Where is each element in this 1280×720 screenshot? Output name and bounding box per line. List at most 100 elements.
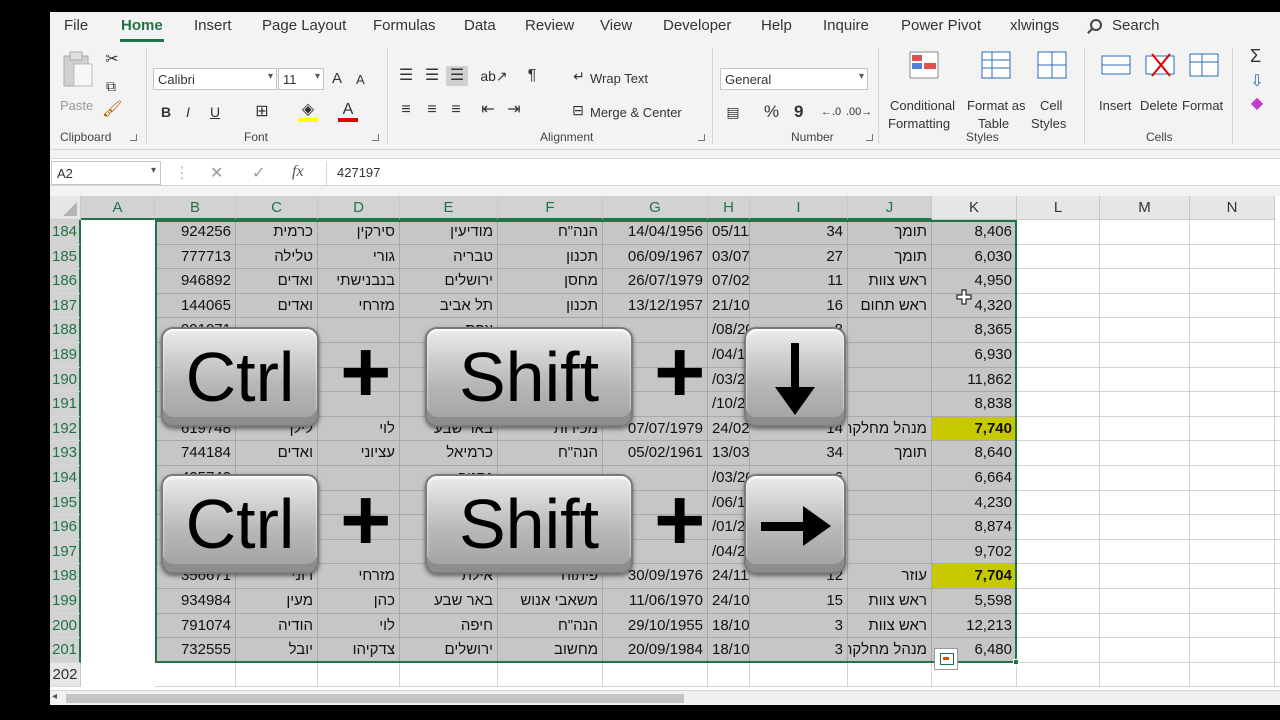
conditional-formatting-icon[interactable] <box>908 50 940 80</box>
cell[interactable] <box>603 662 708 688</box>
cell[interactable]: 924256 <box>155 220 236 245</box>
cell[interactable] <box>1275 318 1280 343</box>
cell[interactable] <box>1100 466 1190 491</box>
cell[interactable] <box>1190 638 1275 663</box>
merge-icon[interactable]: ⊟ <box>568 100 588 120</box>
decrease-decimal-icon[interactable]: .00→ <box>846 102 872 122</box>
cell[interactable] <box>708 662 750 688</box>
cell[interactable] <box>848 466 932 491</box>
cell[interactable]: 8,874 <box>932 515 1017 540</box>
cell[interactable]: 06/09/1967 <box>603 244 708 270</box>
cell[interactable]: 24/11/2002 <box>708 564 750 589</box>
row-header[interactable]: 191 <box>50 392 81 417</box>
cell[interactable]: עוזר <box>848 564 932 589</box>
fill-handle[interactable] <box>1013 658 1019 665</box>
cell-styles-label[interactable]: Styles <box>1031 116 1066 131</box>
cell[interactable] <box>1275 441 1280 466</box>
cell-styles-icon[interactable] <box>1036 50 1068 80</box>
cell[interactable] <box>1100 539 1190 565</box>
column-header-l[interactable]: L <box>1017 196 1100 220</box>
cell[interactable] <box>1275 638 1280 663</box>
cell[interactable]: 6,664 <box>932 466 1017 491</box>
row-header[interactable]: 196 <box>50 515 81 540</box>
tab-data[interactable]: Data <box>464 17 496 34</box>
cell[interactable]: 6,030 <box>932 244 1017 270</box>
cell[interactable]: מנהל מחלקה <box>848 638 932 663</box>
cell[interactable]: הנה"ח <box>498 441 603 466</box>
cell[interactable] <box>1017 416 1100 442</box>
worksheet-grid[interactable]: ABCDEFGHIJKLMN 184 924256 כרמית סירקין מודיע… <box>50 196 1280 690</box>
cell[interactable]: מחשוב <box>498 638 603 663</box>
row-header[interactable]: 185 <box>50 244 81 270</box>
cell[interactable]: 13/12/1957 <box>603 293 708 319</box>
cell[interactable]: צדקיהו <box>318 638 400 663</box>
font-color-icon[interactable]: A <box>338 102 358 122</box>
rtl-icon[interactable]: ¶ <box>522 66 542 86</box>
cell[interactable] <box>1017 490 1100 516</box>
percent-button[interactable]: % <box>764 102 779 122</box>
cell[interactable]: חיפה <box>400 613 498 639</box>
name-box[interactable]: A2 <box>51 161 161 185</box>
row-header[interactable]: 200 <box>50 613 81 639</box>
cell[interactable]: תומך <box>848 220 932 245</box>
tab-file[interactable]: File <box>64 17 88 34</box>
cell[interactable]: ואדים <box>236 293 318 319</box>
cell[interactable]: תומך <box>848 441 932 466</box>
cell[interactable]: 14/04/1956 <box>603 220 708 245</box>
cell[interactable] <box>1275 269 1280 294</box>
cell[interactable] <box>1100 293 1190 319</box>
cell[interactable] <box>1275 294 1280 319</box>
cell[interactable] <box>1275 417 1280 442</box>
cell[interactable] <box>1100 343 1190 368</box>
cell[interactable] <box>1017 638 1100 663</box>
cell[interactable] <box>1017 220 1100 245</box>
align-right-icon[interactable]: ≡ <box>446 100 466 120</box>
cell[interactable] <box>1100 662 1190 688</box>
cell[interactable] <box>1100 416 1190 442</box>
cell[interactable]: 05/02/1961 <box>603 441 708 466</box>
horizontal-scrollbar[interactable]: ◂ <box>50 690 1280 705</box>
cell[interactable] <box>1100 367 1190 393</box>
cell[interactable]: 34 <box>750 220 848 245</box>
cell[interactable] <box>1017 564 1100 589</box>
autosum-button[interactable]: Σ <box>1250 46 1261 67</box>
cell[interactable]: 934984 <box>155 589 236 614</box>
cell[interactable]: 16 <box>750 293 848 319</box>
scrollbar-thumb[interactable] <box>66 694 684 703</box>
cell[interactable] <box>1275 245 1280 270</box>
row-header[interactable]: 199 <box>50 589 81 614</box>
cell[interactable] <box>1017 539 1100 565</box>
cell[interactable] <box>1100 515 1190 540</box>
format-painter-icon[interactable]: 🖌 <box>102 100 122 120</box>
orientation-icon[interactable]: ab↗ <box>480 66 508 86</box>
cell[interactable]: 05/11/1980 <box>708 220 750 245</box>
cell[interactable]: גורי <box>318 244 400 270</box>
cell[interactable]: 4,230 <box>932 490 1017 516</box>
cell[interactable]: 24/10/1999 <box>708 589 750 614</box>
cell[interactable] <box>1275 540 1280 565</box>
search-box[interactable]: Search <box>1112 17 1160 34</box>
paste-icon[interactable] <box>62 50 94 88</box>
cell[interactable]: 3 <box>750 613 848 639</box>
column-header-g[interactable]: G <box>603 196 708 220</box>
cell[interactable]: 6,930 <box>932 343 1017 368</box>
align-top-icon[interactable]: ☰ <box>396 66 416 86</box>
row-header[interactable]: 190 <box>50 367 81 393</box>
clipboard-launcher-icon[interactable] <box>130 134 137 141</box>
formula-input[interactable]: 427197 <box>326 161 1276 185</box>
cell[interactable] <box>1017 613 1100 639</box>
cell[interactable] <box>848 539 932 565</box>
cell[interactable]: 07/02/2003 <box>708 269 750 294</box>
cell[interactable]: כהן <box>318 589 400 614</box>
cell[interactable]: 946892 <box>155 269 236 294</box>
row-header[interactable]: 202 <box>50 662 81 688</box>
cell[interactable] <box>1017 589 1100 614</box>
format-cells-button[interactable]: Format <box>1182 98 1223 113</box>
alignment-launcher-icon[interactable] <box>698 134 705 141</box>
cell[interactable]: 11/06/1970 <box>603 589 708 614</box>
cell[interactable] <box>236 662 318 688</box>
cell[interactable]: 791074 <box>155 613 236 639</box>
fill-down-icon[interactable]: ⇩ <box>1248 72 1266 92</box>
cut-icon[interactable]: ✂ <box>102 50 122 70</box>
column-header-m[interactable]: M <box>1100 196 1190 220</box>
